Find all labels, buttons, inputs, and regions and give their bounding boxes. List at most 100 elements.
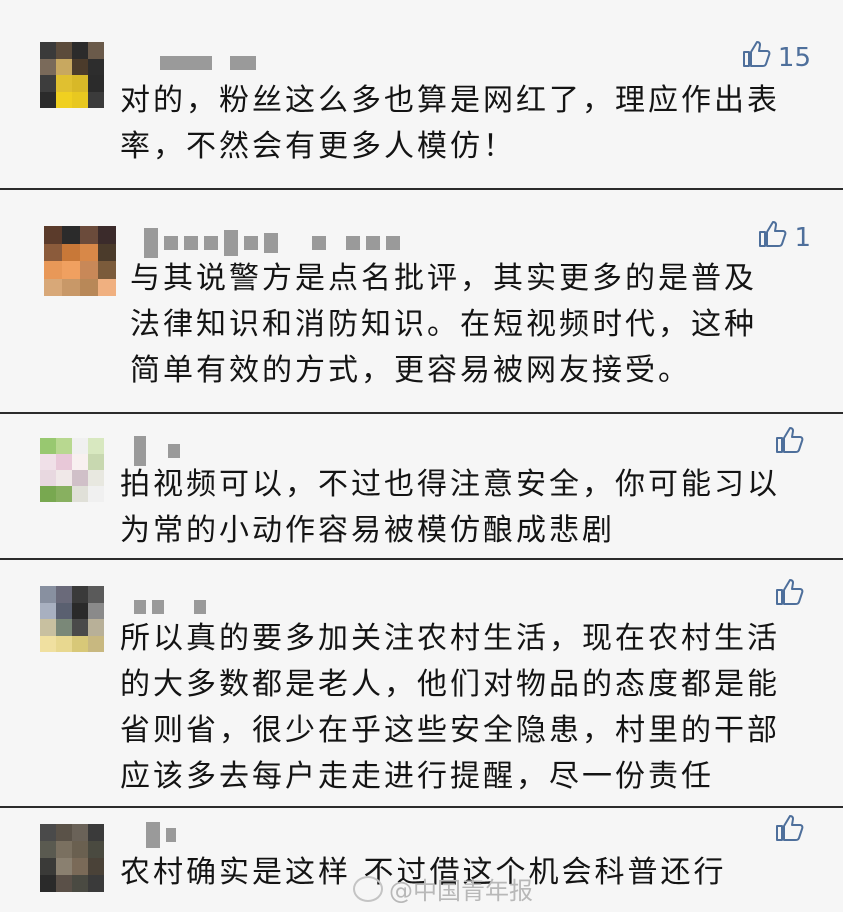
comment-card-5: 农村确实是这样 不过借这个机会科普还行 @中国青年报: [0, 806, 843, 912]
avatar-pixel: [40, 602, 56, 619]
thumbs-up-icon: [773, 576, 805, 615]
like-button[interactable]: 15: [740, 38, 811, 77]
avatar-pixel: [56, 841, 72, 858]
username[interactable]: [160, 56, 256, 70]
thumbs-up-icon: [740, 38, 772, 77]
avatar-pixel: [56, 42, 72, 59]
avatar-pixel: [44, 278, 62, 296]
avatar-pixel: [56, 58, 72, 75]
avatar-pixel: [56, 486, 72, 502]
comment-line: 法律知识和消防知识。在短视频时代，这种: [130, 307, 757, 342]
avatar-pixel: [56, 438, 72, 454]
avatar-pixel: [88, 91, 104, 108]
comment-line: 对的，粉丝这么多也算是网红了，理应作出表: [120, 83, 780, 118]
avatar-pixel: [56, 875, 72, 892]
weibo-logo-icon: [353, 875, 383, 902]
avatar-pixel: [40, 619, 56, 636]
avatar[interactable]: [40, 824, 104, 892]
avatar[interactable]: [40, 42, 104, 108]
avatar-pixel: [98, 226, 116, 244]
avatar-pixel: [56, 91, 72, 108]
avatar-pixel: [72, 75, 88, 92]
avatar-pixel: [44, 243, 62, 261]
like-button[interactable]: [773, 812, 811, 851]
avatar-pixel: [40, 841, 56, 858]
comment-card-3: 拍视频可以，不过也得注意安全，你可能习以 为常的小动作容易被模仿酿成悲剧: [0, 412, 843, 562]
avatar-pixel: [56, 619, 72, 636]
avatar-pixel: [88, 841, 104, 858]
username[interactable]: [134, 600, 206, 614]
comment-text: 所以真的要多加关注农村生活，现在农村生活 的大多数都是老人，他们对物品的态度都是…: [120, 616, 803, 800]
comment-text: 与其说警方是点名批评，其实更多的是普及 法律知识和消防知识。在短视频时代，这种 …: [130, 256, 803, 394]
avatar-pixel: [40, 635, 56, 652]
avatar-pixel: [62, 261, 80, 279]
like-button[interactable]: 1: [756, 218, 811, 257]
avatar-pixel: [72, 486, 88, 502]
avatar[interactable]: [40, 438, 104, 502]
avatar-pixel: [88, 602, 104, 619]
avatar-pixel: [56, 470, 72, 486]
avatar-pixel: [72, 875, 88, 892]
avatar-pixel: [88, 75, 104, 92]
avatar-pixel: [80, 243, 98, 261]
comment-line: 与其说警方是点名批评，其实更多的是普及: [130, 261, 757, 296]
comment-line: 为常的小动作容易被模仿酿成悲剧: [120, 513, 615, 548]
avatar-pixel: [88, 635, 104, 652]
avatar-pixel: [88, 875, 104, 892]
avatar-pixel: [72, 586, 88, 603]
avatar-pixel: [44, 261, 62, 279]
avatar-pixel: [98, 278, 116, 296]
avatar-pixel: [88, 58, 104, 75]
avatar-pixel: [40, 42, 56, 59]
avatar-pixel: [72, 824, 88, 841]
avatar-pixel: [98, 261, 116, 279]
avatar-pixel: [72, 58, 88, 75]
avatar-pixel: [56, 635, 72, 652]
avatar-pixel: [80, 261, 98, 279]
avatar[interactable]: [40, 586, 104, 652]
username[interactable]: [146, 822, 176, 848]
avatar-pixel: [88, 824, 104, 841]
thumbs-up-icon: [773, 812, 805, 851]
thumbs-up-icon: [756, 218, 788, 257]
comment-line: 应该多去每户走走进行提醒，尽一份责任: [120, 759, 714, 794]
watermark: @中国青年报: [353, 871, 533, 906]
avatar-pixel: [72, 635, 88, 652]
comment-text: 拍视频可以，不过也得注意安全，你可能习以 为常的小动作容易被模仿酿成悲剧: [120, 462, 803, 554]
avatar-pixel: [88, 454, 104, 470]
avatar-pixel: [56, 602, 72, 619]
avatar-pixel: [40, 858, 56, 875]
avatar-pixel: [62, 226, 80, 244]
avatar-pixel: [72, 42, 88, 59]
comment-line: 所以真的要多加关注农村生活，现在农村生活: [120, 621, 780, 656]
avatar-pixel: [40, 486, 56, 502]
avatar-pixel: [40, 454, 56, 470]
like-button[interactable]: [773, 576, 811, 615]
avatar-pixel: [88, 858, 104, 875]
avatar-pixel: [72, 602, 88, 619]
avatar-pixel: [88, 470, 104, 486]
avatar-pixel: [72, 91, 88, 108]
avatar[interactable]: [44, 226, 116, 296]
avatar-pixel: [40, 824, 56, 841]
username[interactable]: [144, 228, 400, 258]
avatar-pixel: [80, 278, 98, 296]
avatar-pixel: [56, 824, 72, 841]
avatar-pixel: [62, 278, 80, 296]
avatar-pixel: [72, 619, 88, 636]
avatar-pixel: [40, 58, 56, 75]
avatar-pixel: [88, 586, 104, 603]
avatar-pixel: [40, 91, 56, 108]
avatar-pixel: [56, 75, 72, 92]
avatar-pixel: [44, 226, 62, 244]
avatar-pixel: [56, 454, 72, 470]
avatar-pixel: [80, 226, 98, 244]
avatar-pixel: [88, 438, 104, 454]
comment-card-1: 15 对的，粉丝这么多也算是网红了，理应作出表 率，不然会有更多人模仿！: [0, 0, 843, 190]
comment-line: 简单有效的方式，更容易被网友接受。: [130, 353, 691, 388]
comment-line: 拍视频可以，不过也得注意安全，你可能习以: [120, 467, 780, 502]
thumbs-up-icon: [773, 424, 805, 463]
like-button[interactable]: [773, 424, 811, 463]
avatar-pixel: [72, 454, 88, 470]
avatar-pixel: [40, 75, 56, 92]
